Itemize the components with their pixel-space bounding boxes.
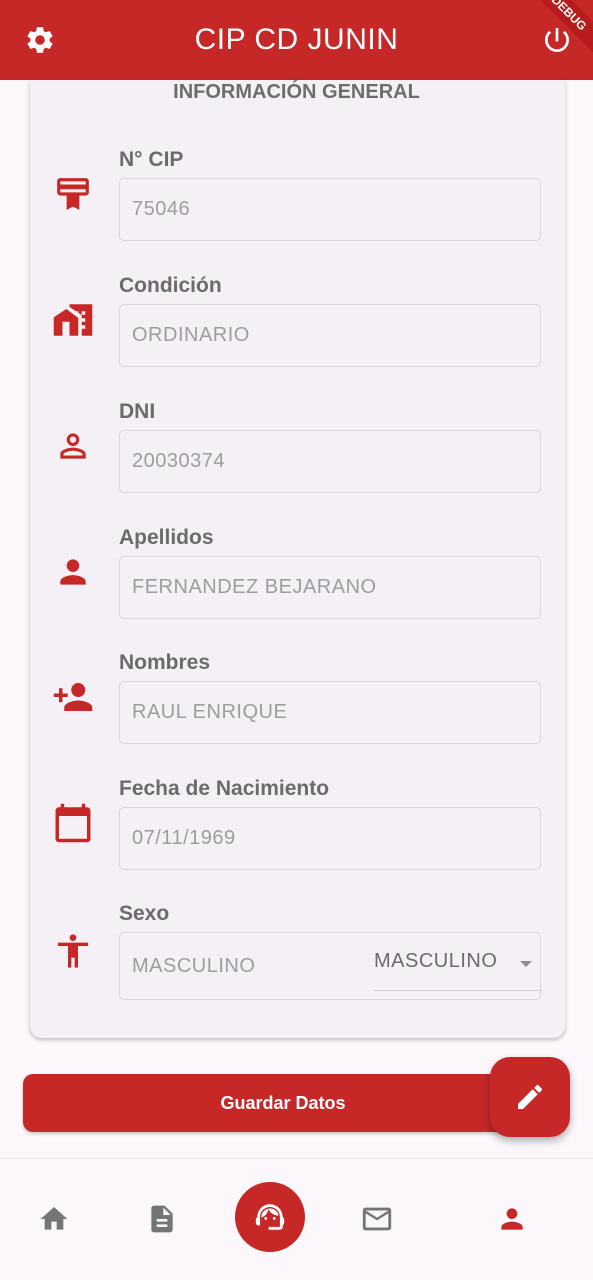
app-title: CIP CD JUNIN xyxy=(194,23,399,56)
condicion-input[interactable]: ORDINARIO xyxy=(119,304,541,367)
dni-input[interactable]: 20030374 xyxy=(119,430,541,493)
field-label: Apellidos xyxy=(119,526,214,549)
home-icon xyxy=(40,1207,68,1230)
field-label: DNI xyxy=(119,400,156,423)
field-value: 07/11/1969 xyxy=(132,827,236,849)
nav-support[interactable] xyxy=(235,1182,305,1252)
dropdown-value: MASCULINO xyxy=(374,950,498,972)
person-outline-icon xyxy=(52,425,94,467)
field-value: 20030374 xyxy=(132,450,225,472)
field-value: RAUL ENRIQUE xyxy=(132,701,288,723)
nav-home[interactable] xyxy=(34,1199,74,1239)
app-bar: CIP CD JUNIN DEBUG xyxy=(0,0,593,80)
save-button[interactable]: Guardar Datos xyxy=(23,1074,543,1132)
settings-button[interactable] xyxy=(20,20,60,60)
calendar-icon xyxy=(52,802,94,844)
apellidos-input[interactable]: FERNANDEZ BEJARANO xyxy=(119,556,541,619)
nav-mail[interactable] xyxy=(357,1199,397,1239)
person-icon xyxy=(52,551,94,593)
person-add-icon xyxy=(52,676,94,718)
field-value: FERNANDEZ BEJARANO xyxy=(132,576,377,598)
sexo-dropdown[interactable]: MASCULINO xyxy=(374,933,542,991)
power-icon xyxy=(545,28,569,52)
bottom-nav xyxy=(0,1158,593,1280)
accessibility-icon xyxy=(52,930,94,972)
edit-fab[interactable] xyxy=(490,1057,570,1137)
sexo-input: MASCULINO MASCULINO xyxy=(119,932,542,1000)
fecha-nacimiento-input[interactable]: 07/11/1969 xyxy=(119,807,541,870)
support-agent-icon xyxy=(255,1204,285,1230)
field-label: Condición xyxy=(119,274,222,297)
document-icon xyxy=(151,1205,173,1233)
home-work-icon xyxy=(52,299,94,341)
edit-icon xyxy=(518,1084,543,1109)
nav-documents[interactable] xyxy=(142,1199,182,1239)
badge-icon xyxy=(52,173,94,215)
field-value: MASCULINO xyxy=(132,954,256,977)
profile-icon xyxy=(501,1208,523,1230)
field-value: ORDINARIO xyxy=(132,324,250,346)
cip-input[interactable]: 75046 xyxy=(119,178,541,241)
gear-icon xyxy=(27,27,53,53)
mail-icon xyxy=(362,1207,392,1231)
field-label: N° CIP xyxy=(119,148,184,171)
field-value: 75046 xyxy=(132,198,191,220)
nombres-input[interactable]: RAUL ENRIQUE xyxy=(119,681,541,744)
nav-profile[interactable] xyxy=(492,1199,532,1239)
field-label: Fecha de Nacimiento xyxy=(119,777,330,800)
field-label: Sexo xyxy=(119,902,170,925)
card-title: INFORMACIÓN GENERAL xyxy=(173,81,420,103)
field-label: Nombres xyxy=(119,651,211,674)
caret-down-icon xyxy=(520,961,532,967)
